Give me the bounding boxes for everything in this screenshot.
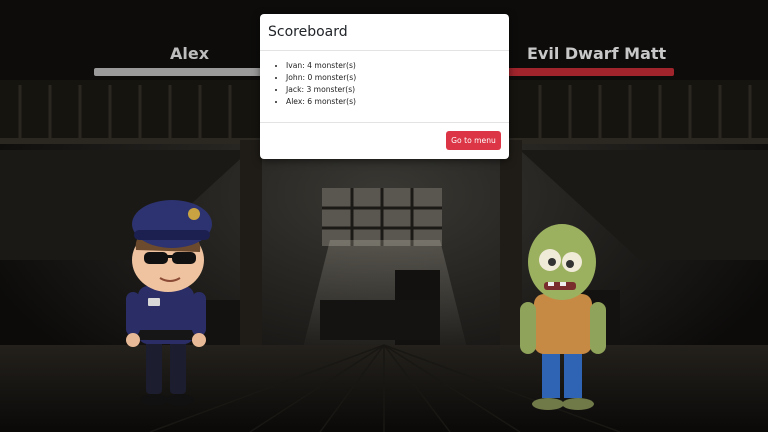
- score-list-item: Ivan: 4 monster(s): [286, 60, 509, 72]
- modal-title: Scoreboard: [268, 24, 348, 40]
- modal-body: Ivan: 4 monster(s) John: 0 monster(s) Ja…: [260, 51, 509, 123]
- zombie-icon[interactable]: [512, 220, 612, 415]
- police-officer-icon[interactable]: [118, 196, 218, 411]
- score-list-item: Jack: 3 monster(s): [286, 84, 509, 96]
- modal-footer: Go to menu: [260, 123, 509, 159]
- score-list-item: John: 0 monster(s): [286, 72, 509, 84]
- health-bar-left: [94, 68, 274, 76]
- scoreboard-modal: Scoreboard Ivan: 4 monster(s) John: 0 mo…: [260, 14, 509, 159]
- go-to-menu-button[interactable]: Go to menu: [446, 131, 501, 150]
- score-list-item: Alex: 6 monster(s): [286, 96, 509, 108]
- health-bar-right: [494, 68, 674, 76]
- modal-header: Scoreboard: [260, 14, 509, 51]
- player-name-right: Evil Dwarf Matt: [527, 44, 667, 63]
- player-name-left: Alex: [170, 44, 210, 63]
- score-list: Ivan: 4 monster(s) John: 0 monster(s) Ja…: [274, 60, 509, 108]
